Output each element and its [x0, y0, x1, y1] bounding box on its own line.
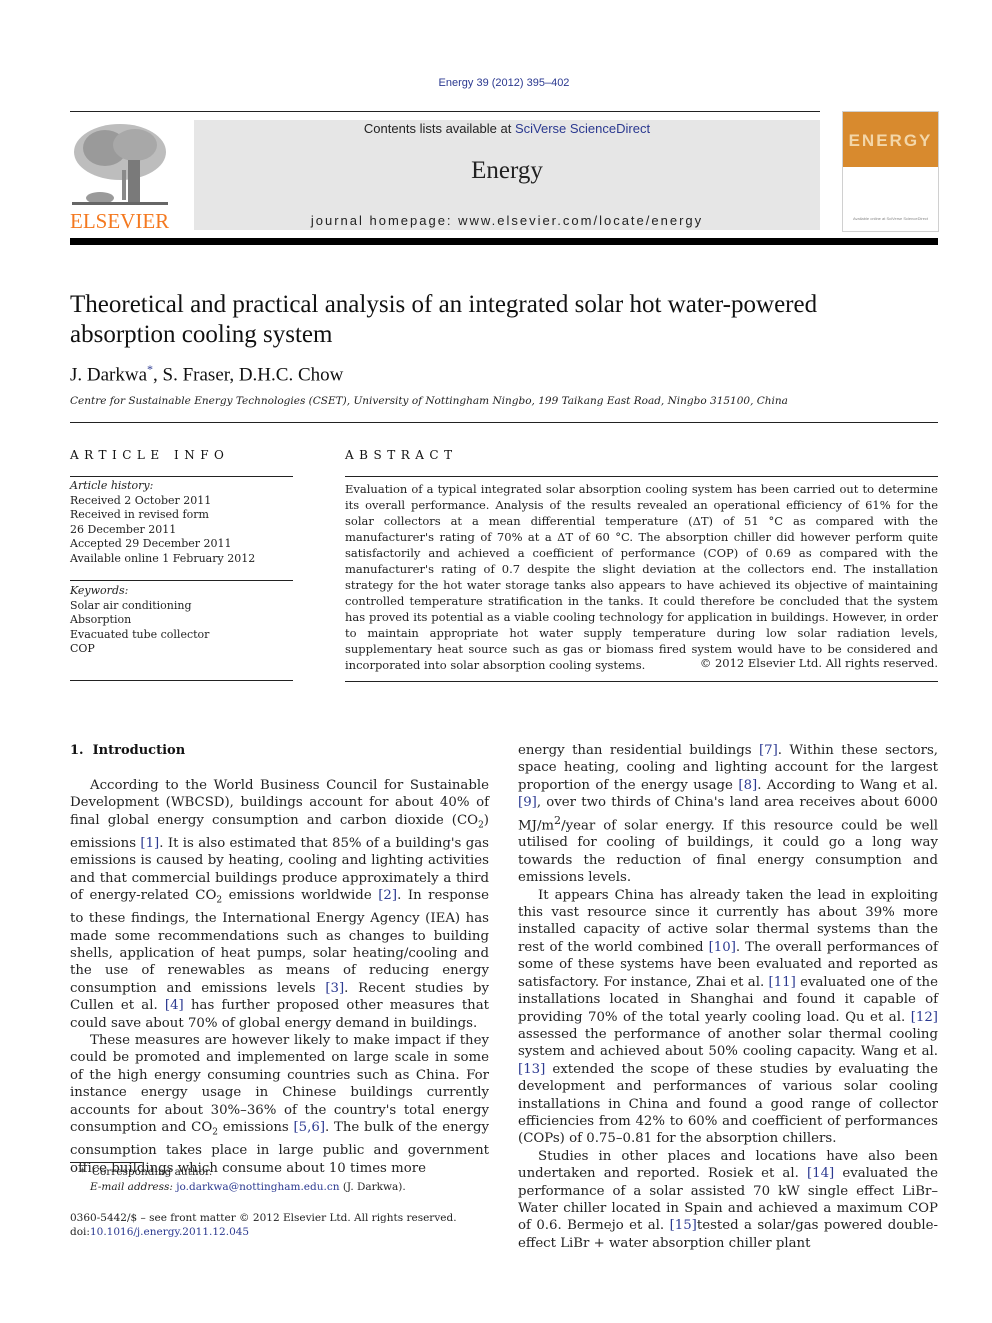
footnote-rule	[70, 1162, 142, 1163]
cover-title: ENERGY	[848, 131, 933, 150]
article-title-line: Theoretical and practical analysis of an…	[70, 291, 818, 318]
author-separator: ,	[153, 364, 163, 386]
front-matter-note: 0360-5442/$ – see front matter © 2012 El…	[70, 1212, 457, 1224]
article-info-rule	[70, 680, 293, 681]
email-suffix: (J. Darkwa).	[339, 1181, 406, 1193]
abstract-copyright: © 2012 Elsevier Ltd. All rights reserved…	[699, 656, 938, 670]
author-name[interactable]: J. Darkwa	[70, 364, 147, 385]
sciencedirect-link[interactable]: SciVerse ScienceDirect	[515, 121, 650, 136]
elsevier-logo[interactable]: ELSEVIER	[70, 120, 172, 232]
reference-link[interactable]: [10]	[709, 940, 736, 955]
reference-link[interactable]: [15]	[670, 1218, 697, 1233]
abstract-heading: ABSTRACT	[345, 448, 458, 462]
reference-link[interactable]: [8]	[738, 778, 757, 793]
section-number: 1.	[70, 743, 84, 758]
body-column-left: According to the World Business Council …	[70, 777, 489, 1177]
cover-footer: Available online at SciVerse ScienceDire…	[852, 216, 929, 221]
elsevier-wordmark: ELSEVIER	[70, 209, 170, 233]
reference-link[interactable]: [11]	[769, 975, 796, 990]
author-list: J. Darkwa*, S. Fraser, D.H.C. Chow	[70, 362, 343, 386]
reference-link[interactable]: [4]	[165, 998, 184, 1013]
article-info-heading: ARTICLE INFO	[70, 448, 230, 462]
article-title-line: absorption cooling system	[70, 321, 333, 348]
reference-link[interactable]: [2]	[378, 888, 397, 903]
header-bottom-bar	[70, 238, 938, 245]
keyword-item: Evacuated tube collector	[70, 627, 210, 641]
reference-link[interactable]: [1]	[140, 836, 159, 851]
reference-link[interactable]: [13]	[518, 1062, 545, 1077]
history-item: Received 2 October 2011	[70, 493, 212, 507]
paragraph: energy than residential buildings [7]. W…	[518, 743, 938, 886]
author-separator: ,	[229, 364, 239, 386]
footnote-text: Corresponding author.	[91, 1166, 213, 1178]
reference-link[interactable]: [7]	[759, 743, 778, 758]
journal-homepage[interactable]: journal homepage: www.elsevier.com/locat…	[194, 213, 820, 228]
abstract-rule	[345, 681, 938, 682]
reference-link[interactable]: [5,6]	[293, 1120, 325, 1135]
author-name[interactable]: D.H.C. Chow	[239, 364, 344, 385]
journal-citation-link[interactable]: Energy 39 (2012) 395–402	[0, 77, 992, 89]
keyword-item: Absorption	[70, 613, 132, 626]
history-item: Available online 1 February 2012	[70, 551, 256, 565]
doi-label: doi:	[70, 1226, 90, 1238]
article-history-label: Article history:	[70, 479, 154, 492]
subscript: 2	[216, 895, 223, 906]
keywords: Keywords: Solar air conditioning Absorpt…	[70, 584, 209, 657]
reference-link[interactable]: [3]	[325, 981, 344, 996]
contents-available-line: Contents lists available at SciVerse Sci…	[194, 121, 820, 136]
article-history: Article history: Received 2 October 2011…	[70, 479, 255, 566]
abstract-rule	[345, 476, 938, 477]
abstract-text: Evaluation of a typical integrated solar…	[345, 482, 938, 672]
footnote-mark: *	[80, 1166, 86, 1178]
paragraph: According to the World Business Council …	[70, 778, 489, 1031]
email-label: E-mail address:	[90, 1181, 173, 1193]
article-title: Theoretical and practical analysis of an…	[70, 290, 930, 350]
journal-cover-thumbnail[interactable]: ENERGY Available online at SciVerse Scie…	[842, 111, 939, 232]
title-separator	[70, 422, 938, 423]
email-note: E-mail address: jo.darkwa@nottingham.edu…	[90, 1181, 406, 1193]
paragraph: These measures are however likely to mak…	[70, 1033, 489, 1176]
reference-link[interactable]: [9]	[518, 795, 537, 810]
subscript: 2	[478, 820, 484, 831]
paragraph: It appears China has already taken the l…	[518, 887, 938, 1147]
author-name[interactable]: S. Fraser	[163, 364, 230, 385]
reference-link[interactable]: [14]	[807, 1166, 834, 1181]
superscript: 2	[554, 813, 562, 827]
reference-link[interactable]: [12]	[911, 1010, 938, 1025]
history-item: Received in revised form	[70, 508, 209, 521]
keyword-item: COP	[70, 642, 95, 655]
history-item: Accepted 29 December 2011	[70, 537, 232, 550]
keywords-label: Keywords:	[70, 584, 129, 597]
journal-name: Energy	[471, 157, 543, 184]
body-column-right: energy than residential buildings [7]. W…	[518, 742, 938, 1252]
article-info-rule	[70, 476, 293, 477]
elsevier-tree-icon	[70, 120, 170, 210]
author-affiliation: Centre for Sustainable Energy Technologi…	[70, 395, 788, 407]
keyword-item: Solar air conditioning	[70, 598, 192, 612]
section-title: Introduction	[92, 743, 186, 758]
contents-prefix: Contents lists available at	[363, 121, 515, 136]
doi-link[interactable]: 10.1016/j.energy.2011.12.045	[90, 1226, 249, 1238]
corresponding-author-note: * Corresponding author.	[80, 1166, 212, 1178]
header-top-rule	[70, 111, 820, 112]
paragraph: Studies in other places and locations ha…	[518, 1148, 938, 1251]
section-heading: 1. Introduction	[70, 743, 185, 758]
email-link[interactable]: jo.darkwa@nottingham.edu.cn	[176, 1181, 339, 1193]
history-item: 26 December 2011	[70, 522, 177, 536]
subscript: 2	[212, 1127, 218, 1138]
doi-line: doi:10.1016/j.energy.2011.12.045	[70, 1226, 249, 1238]
article-info-rule	[70, 580, 293, 581]
